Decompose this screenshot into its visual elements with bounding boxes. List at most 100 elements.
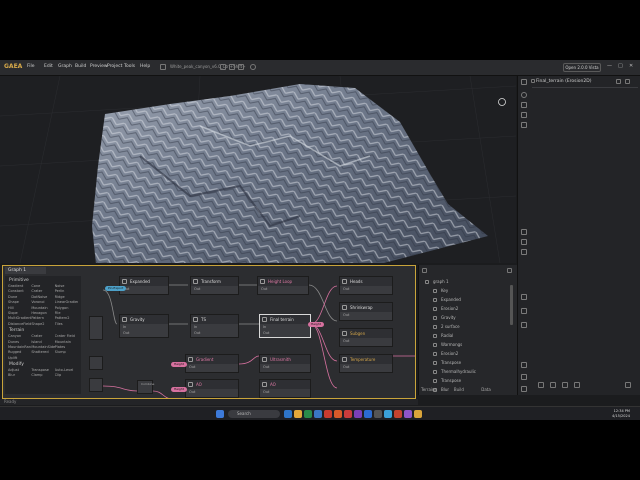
node-port[interactable]: Out	[340, 364, 392, 370]
node-port[interactable]: Out	[340, 286, 392, 292]
graph-editor[interactable]: Graph 1 Primitive Gradient Cone Noise Const…	[2, 265, 416, 399]
maximize-button[interactable]: □	[618, 63, 623, 69]
outline-tree-item[interactable]: Gravity	[425, 313, 476, 322]
node-port[interactable]: Out	[120, 286, 168, 292]
settings-icon[interactable]	[238, 64, 244, 70]
save-view-icon[interactable]	[574, 382, 580, 388]
filter-icon[interactable]	[521, 322, 527, 328]
outline-tree-item[interactable]: Key	[425, 286, 476, 295]
menu-graph[interactable]: Graph	[58, 64, 72, 69]
taskbar-app-icon[interactable]	[324, 410, 332, 418]
node-heads[interactable]: Heads Out	[339, 276, 393, 295]
camera-icon[interactable]	[521, 122, 527, 128]
share-icon[interactable]	[562, 382, 568, 388]
scrollbar[interactable]	[510, 285, 513, 325]
search-icon[interactable]	[422, 268, 427, 273]
open-vista-button[interactable]: Open 2.0.0 Vista	[563, 63, 601, 72]
layers-icon[interactable]	[521, 102, 527, 108]
globe-icon[interactable]	[521, 92, 527, 98]
node-port-stub[interactable]	[89, 378, 103, 392]
node-gradient[interactable]: Gradient Out	[185, 354, 239, 373]
zoom-icon[interactable]	[550, 382, 556, 388]
menu-edit[interactable]: Edit	[44, 64, 53, 69]
outline-tree-item[interactable]: Thermalhydraulic	[425, 367, 476, 376]
node-expanded[interactable]: Expanded Out	[119, 276, 169, 295]
node-gravity[interactable]: Gravity In Out	[119, 314, 169, 338]
image-icon[interactable]	[521, 112, 527, 118]
outline-tree-item[interactable]: 2 surface	[425, 322, 476, 331]
menu-help[interactable]: Help	[140, 64, 150, 69]
minimize-button[interactable]: —	[607, 63, 612, 69]
taskbar-search[interactable]: Search	[228, 410, 280, 418]
outline-tree-item[interactable]: Warmongs	[425, 340, 476, 349]
menu-project[interactable]: Project	[107, 64, 122, 69]
taskbar-app-icon[interactable]	[364, 410, 372, 418]
taskbar-app-icon[interactable]	[344, 410, 352, 418]
pencil-icon[interactable]	[521, 374, 527, 380]
system-clock[interactable]: 12:34 PM 4/15/2024	[612, 409, 630, 419]
node-port[interactable]: Out	[191, 286, 238, 292]
fit-view-icon[interactable]	[538, 382, 544, 388]
taskbar-app-icon[interactable]	[354, 410, 362, 418]
node-port[interactable]: Out	[260, 330, 310, 336]
taskbar-app-icon[interactable]	[334, 410, 342, 418]
outline-tree-item[interactable]: Erosion2	[425, 349, 476, 358]
taskbar-app-icon[interactable]	[284, 410, 292, 418]
link-icon[interactable]	[521, 294, 527, 300]
taskbar-app-icon[interactable]	[404, 410, 412, 418]
3d-viewport[interactable]	[0, 76, 516, 263]
copy-icon[interactable]	[521, 229, 527, 235]
tab-data[interactable]: Data	[481, 387, 491, 392]
tab-build[interactable]: Build	[454, 387, 464, 392]
node-port[interactable]: Out	[120, 330, 168, 336]
node-combine[interactable]: Combine	[137, 380, 154, 394]
start-menu-icon[interactable]	[216, 410, 224, 418]
node-subgen[interactable]: Subgen Out	[339, 328, 393, 347]
node-port-stub[interactable]	[89, 356, 103, 370]
close-button[interactable]: ✕	[629, 63, 633, 69]
taskbar-app-icon[interactable]	[384, 410, 392, 418]
node-temperature[interactable]: Temperature Out	[339, 354, 393, 373]
node-ultrasmith[interactable]: Ultrasmith Out	[259, 354, 311, 373]
file-explorer-icon[interactable]	[294, 410, 302, 418]
menu-preview[interactable]: Preview	[90, 64, 108, 69]
taskbar-app-icon[interactable]	[374, 410, 382, 418]
node-final-terrain[interactable]: Final terrain In Out	[259, 314, 311, 338]
pin-export-label[interactable]: Pin Export	[105, 286, 127, 291]
node-port[interactable]: Out	[260, 389, 310, 395]
undo-view-icon[interactable]	[625, 382, 631, 388]
lock-icon[interactable]	[521, 79, 527, 85]
menu-build[interactable]: Build	[75, 64, 86, 69]
outline-tree-item[interactable]: Transpose	[425, 358, 476, 367]
expand-icon[interactable]	[521, 249, 527, 255]
outline-tree-item[interactable]: Erosion2	[425, 304, 476, 313]
node-port[interactable]: Out	[186, 389, 238, 395]
node-shrinkwrap[interactable]: Shrinkwrap Out	[339, 302, 393, 321]
outline-tree-item[interactable]: graph 1	[425, 277, 476, 286]
filter-icon[interactable]	[507, 268, 512, 273]
node-transform[interactable]: Transform Out	[190, 276, 239, 295]
grid-icon[interactable]	[521, 239, 527, 245]
node-ao-2[interactable]: AO Out	[259, 379, 311, 398]
node-port[interactable]: Out	[260, 364, 310, 370]
gaea-taskbar-icon[interactable]	[414, 410, 422, 418]
node-ao-1[interactable]: AO Out	[185, 379, 239, 398]
tab-terrains[interactable]: Terrains	[421, 387, 437, 392]
node-port[interactable]: Out	[340, 312, 392, 318]
more-icon[interactable]	[625, 79, 630, 84]
gear-icon[interactable]	[616, 79, 621, 84]
menu-tools[interactable]: Tools	[124, 64, 135, 69]
info-icon[interactable]	[521, 386, 527, 392]
pin-icon[interactable]	[521, 308, 527, 314]
taskbar-app-icon[interactable]	[314, 410, 322, 418]
taskbar-app-icon[interactable]	[394, 410, 402, 418]
undo-icon[interactable]	[250, 64, 256, 70]
node-port[interactable]: Out	[186, 364, 238, 370]
folder-icon[interactable]	[220, 64, 226, 70]
menu-file[interactable]: File	[27, 64, 35, 69]
brush-icon[interactable]	[521, 362, 527, 368]
node-ts[interactable]: TS In Out	[190, 314, 239, 338]
save-icon[interactable]	[160, 64, 166, 70]
export-icon[interactable]	[229, 64, 235, 70]
node-port-stub[interactable]	[89, 316, 103, 340]
